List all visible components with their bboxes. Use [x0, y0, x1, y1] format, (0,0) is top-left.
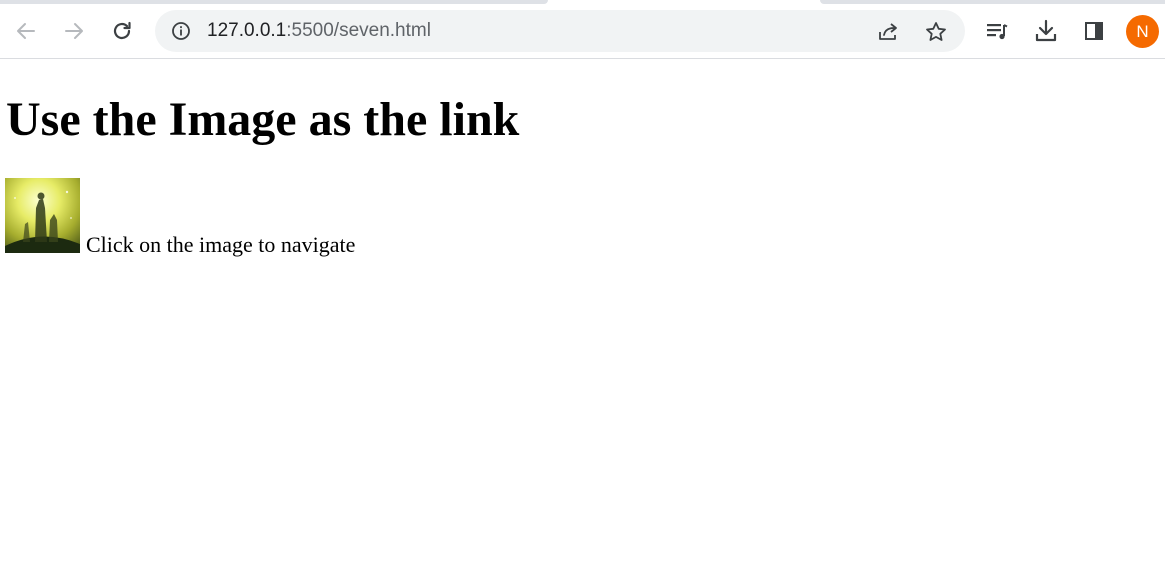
forward-button[interactable]: [57, 14, 91, 48]
reload-button[interactable]: [105, 14, 139, 48]
back-button[interactable]: [9, 14, 43, 48]
star-icon[interactable]: [923, 19, 949, 45]
address-bar[interactable]: 127.0.0.1:5500/seven.html: [155, 10, 965, 52]
url-text[interactable]: 127.0.0.1:5500/seven.html: [207, 10, 431, 52]
info-icon[interactable]: [171, 21, 191, 41]
side-panel-icon[interactable]: [1080, 17, 1108, 45]
download-icon[interactable]: [1032, 17, 1060, 45]
page-viewport: Use the Image as the link Click on the i…: [0, 59, 1165, 568]
image-link[interactable]: [5, 178, 80, 253]
browser-window: 127.0.0.1:5500/seven.html N Use the Imag…: [0, 0, 1165, 568]
media-queue-icon[interactable]: [983, 17, 1011, 45]
url-host: 127.0.0.1: [207, 20, 287, 41]
arrow-left-icon: [14, 19, 38, 43]
reload-icon: [110, 19, 134, 43]
navigation-caption: Click on the image to navigate: [86, 232, 356, 257]
page-heading: Use the Image as the link: [6, 93, 520, 146]
url-path: :5500/seven.html: [286, 20, 431, 41]
thumbnail-image[interactable]: [5, 178, 80, 253]
browser-toolbar: 127.0.0.1:5500/seven.html N: [0, 4, 1165, 59]
profile-avatar[interactable]: N: [1126, 15, 1159, 48]
share-icon[interactable]: [875, 19, 901, 45]
arrow-right-icon: [62, 19, 86, 43]
